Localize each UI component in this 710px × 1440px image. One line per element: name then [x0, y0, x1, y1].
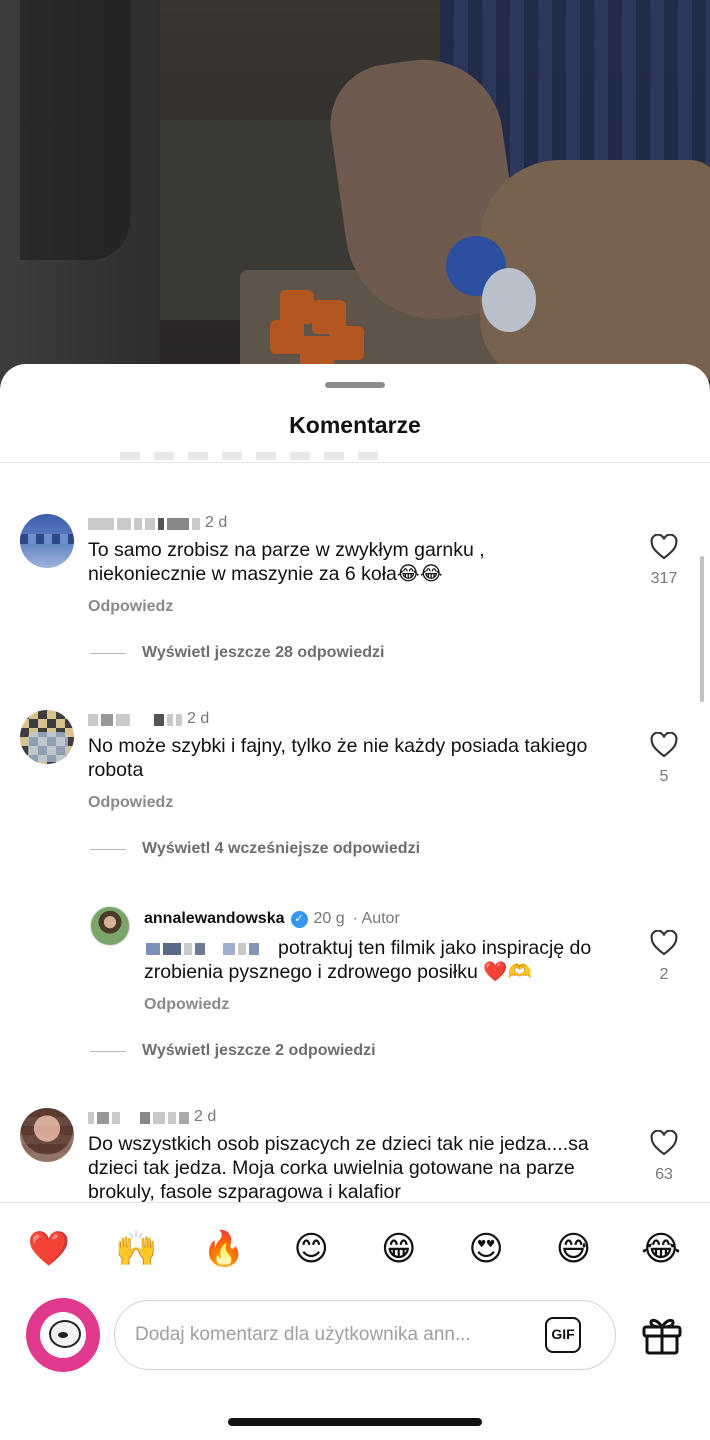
- reply-header: annalewandowska ✓ 20 g · Autor: [144, 910, 400, 928]
- comment-text: Do wszystkich osob piszacych ze dzieci t…: [88, 1133, 589, 1202]
- avatar[interactable]: [20, 710, 74, 764]
- comment-text: No może szybki i fajny, tylko że nie każ…: [88, 735, 588, 781]
- emoji-heart-eyes[interactable]: 😍: [463, 1226, 509, 1272]
- view-more-replies[interactable]: Wyświetl jeszcze 2 odpowiedzi: [90, 1042, 376, 1060]
- blurred-username[interactable]: [88, 517, 203, 530]
- video-background: [0, 0, 710, 400]
- gift-icon: [642, 1318, 682, 1355]
- reply-button[interactable]: Odpowiedz: [88, 598, 173, 616]
- author-avatar[interactable]: [90, 906, 130, 946]
- heart-outline-icon: [650, 930, 678, 956]
- sheet-title: Komentarze: [289, 412, 421, 438]
- comment-header: 2 d: [88, 710, 209, 728]
- divider: [0, 462, 710, 463]
- view-earlier-replies-label: Wyświetl 4 wcześniejsze odpowiedzi: [142, 840, 421, 857]
- avatar[interactable]: [20, 514, 74, 568]
- reply-button[interactable]: Odpowiedz: [88, 794, 173, 812]
- like-count: 317: [650, 570, 678, 587]
- scrollbar[interactable]: [700, 556, 704, 702]
- divider: [90, 1050, 126, 1052]
- comment-input[interactable]: [135, 1301, 515, 1369]
- like-button[interactable]: 63: [644, 1130, 684, 1184]
- like-button[interactable]: 2: [644, 930, 684, 984]
- like-count: 2: [659, 966, 669, 983]
- comment-time: 2 d: [187, 710, 210, 727]
- divider: [90, 652, 126, 654]
- comment-header: 2 d: [88, 1108, 216, 1126]
- emoji-sweat-smile[interactable]: 😅: [551, 1226, 597, 1272]
- comment-time: 2 d: [205, 514, 228, 531]
- comment-text: To samo zrobisz na parze w zwykłym garnk…: [88, 539, 485, 585]
- like-count: 5: [659, 768, 669, 785]
- emoji-smiling[interactable]: 😊: [288, 1226, 334, 1272]
- verified-badge-icon: ✓: [290, 910, 308, 928]
- blurred-username[interactable]: [88, 1111, 192, 1124]
- heart-outline-icon: [650, 732, 678, 758]
- blurred-username[interactable]: [88, 713, 185, 726]
- home-indicator[interactable]: [228, 1418, 482, 1426]
- my-avatar[interactable]: [26, 1298, 100, 1372]
- view-more-replies-label: Wyświetl jeszcze 2 odpowiedzi: [142, 1042, 376, 1059]
- emoji-heart[interactable]: ❤️: [26, 1226, 72, 1272]
- like-button[interactable]: 5: [644, 732, 684, 786]
- emoji-fire[interactable]: 🔥: [201, 1226, 247, 1272]
- heart-outline-icon: [650, 1130, 678, 1156]
- view-more-replies-label: Wyświetl jeszcze 28 odpowiedzi: [142, 644, 385, 661]
- partially-hidden-text: [120, 452, 380, 460]
- comment-header: 2 d: [88, 514, 227, 532]
- like-button[interactable]: 317: [644, 534, 684, 588]
- avatar[interactable]: [20, 1108, 74, 1162]
- reply-button[interactable]: Odpowiedz: [144, 996, 229, 1014]
- poodle-avatar-icon: [40, 1312, 86, 1358]
- blurred-mention[interactable]: [146, 942, 262, 955]
- emoji-tears-of-joy[interactable]: 😂: [638, 1226, 684, 1272]
- comment-input-box[interactable]: GIF: [114, 1300, 616, 1370]
- author-tag: · Autor: [352, 910, 400, 927]
- emoji-raised-hands[interactable]: 🙌: [113, 1226, 159, 1272]
- heart-outline-icon: [650, 534, 678, 560]
- gif-button[interactable]: GIF: [545, 1317, 581, 1353]
- view-more-replies[interactable]: Wyświetl jeszcze 28 odpowiedzi: [90, 644, 384, 662]
- like-count: 63: [655, 1166, 673, 1183]
- emoji-grinning[interactable]: 😁: [376, 1226, 422, 1272]
- gift-button[interactable]: [640, 1314, 684, 1356]
- comment-time: 2 d: [194, 1108, 217, 1125]
- comment-composer: GIF: [0, 1298, 710, 1372]
- divider: [0, 1202, 710, 1203]
- drag-handle[interactable]: [325, 382, 385, 388]
- view-earlier-replies[interactable]: Wyświetl 4 wcześniejsze odpowiedzi: [90, 840, 420, 858]
- comments-list[interactable]: 2 d To samo zrobisz na parze w zwykłym g…: [0, 464, 710, 1202]
- author-username[interactable]: annalewandowska: [144, 910, 285, 928]
- divider: [90, 848, 126, 850]
- emoji-quick-bar: ❤️ 🙌 🔥 😊 😁 😍 😅 😂: [0, 1226, 710, 1272]
- comments-sheet: Komentarze 2 d To samo zrobisz na parze …: [0, 364, 710, 1440]
- reply-time: 20 g: [313, 910, 345, 927]
